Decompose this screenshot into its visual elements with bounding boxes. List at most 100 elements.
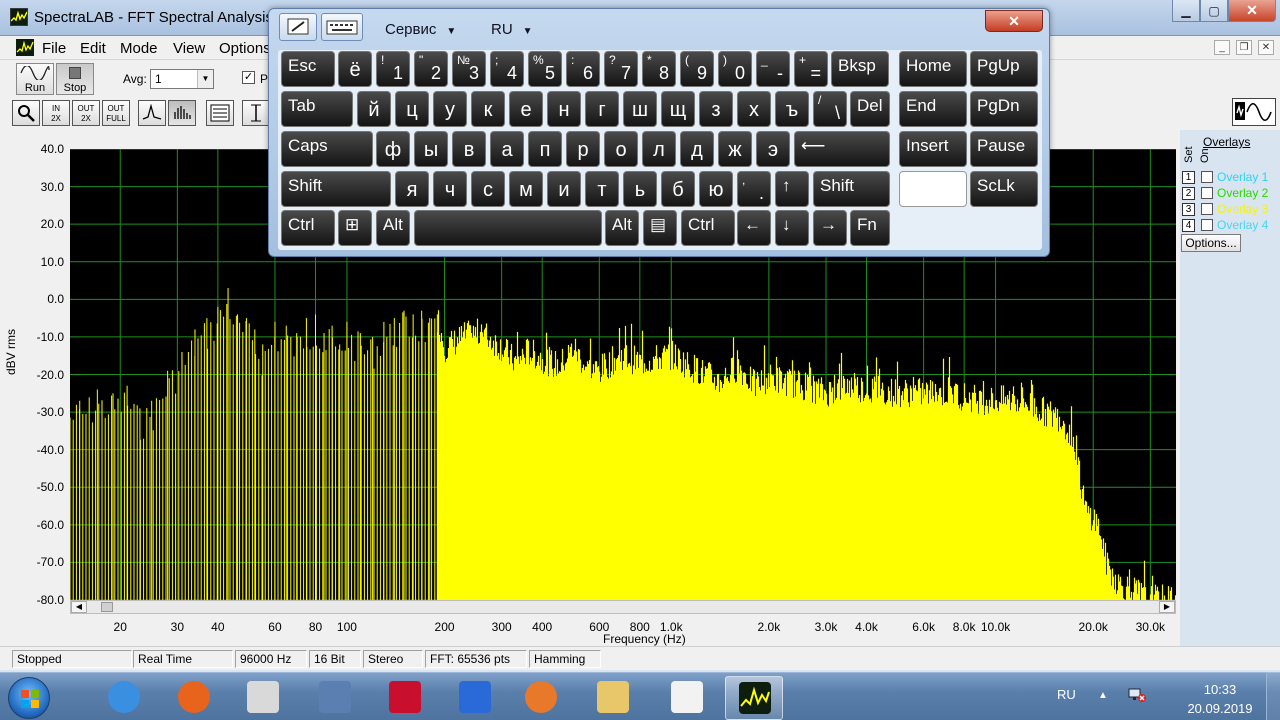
- key-scroll-lock[interactable]: ScLk: [970, 171, 1038, 207]
- key-enter[interactable]: ⟵: [794, 131, 890, 167]
- key-insert[interactable]: Insert: [899, 131, 967, 167]
- taskbar-spectralab-button[interactable]: [725, 676, 783, 720]
- key-letter[interactable]: ю: [699, 171, 733, 207]
- key-n2[interactable]: " 2: [414, 51, 448, 87]
- cursor-button[interactable]: [242, 100, 270, 126]
- key-letter[interactable]: э: [756, 131, 790, 167]
- key-backslash[interactable]: / \: [813, 91, 847, 127]
- key-letter[interactable]: б: [661, 171, 695, 207]
- key-letter[interactable]: л: [642, 131, 676, 167]
- taskbar-save-disk-button[interactable]: [376, 676, 434, 720]
- start-button[interactable]: [8, 677, 50, 719]
- key-n3[interactable]: № 3: [452, 51, 486, 87]
- taskbar-file-explorer-button[interactable]: [584, 676, 642, 720]
- tray-expand-icon[interactable]: ▲: [1098, 690, 1108, 701]
- run-button[interactable]: Run: [16, 63, 54, 95]
- key-letter[interactable]: х: [737, 91, 771, 127]
- key-letter[interactable]: ф: [376, 131, 410, 167]
- menu-options[interactable]: Options: [219, 40, 271, 57]
- key-letter[interactable]: з: [699, 91, 733, 127]
- key-letter[interactable]: т: [585, 171, 619, 207]
- key-letter[interactable]: м: [509, 171, 543, 207]
- close-button[interactable]: ✕: [1228, 0, 1276, 22]
- overlay-set-button[interactable]: 3: [1182, 202, 1195, 216]
- key-letter[interactable]: к: [471, 91, 505, 127]
- taskbar-internet-explorer-button[interactable]: [95, 676, 153, 720]
- key-pgdn[interactable]: PgDn: [970, 91, 1038, 127]
- scroll-right-arrow-icon[interactable]: ▶: [1159, 601, 1175, 613]
- taskbar-firefox-button[interactable]: [165, 676, 223, 720]
- overlay-on-checkbox[interactable]: [1201, 187, 1213, 199]
- settings-panel-button[interactable]: [206, 100, 234, 126]
- key-windows[interactable]: ⊞: [338, 210, 372, 246]
- zoom-out-2x-button[interactable]: OUT 2X: [72, 100, 100, 126]
- osk-pen-button[interactable]: [279, 13, 317, 41]
- key-letter[interactable]: в: [452, 131, 486, 167]
- bar-mode-button[interactable]: [168, 100, 196, 126]
- key-letter[interactable]: п: [528, 131, 562, 167]
- overlay-on-checkbox[interactable]: [1201, 219, 1213, 231]
- key-tab[interactable]: Tab: [281, 91, 353, 127]
- overlay-set-button[interactable]: 2: [1182, 186, 1195, 200]
- key-period[interactable]: ,.: [737, 171, 771, 207]
- key-letter[interactable]: н: [547, 91, 581, 127]
- system-clock[interactable]: 10:33 20.09.2019: [1180, 680, 1260, 718]
- stop-button[interactable]: Stop: [56, 63, 94, 95]
- key-blank[interactable]: [899, 171, 967, 207]
- key-letter[interactable]: ы: [414, 131, 448, 167]
- scroll-thumb[interactable]: [101, 602, 113, 612]
- key-n4[interactable]: ; 4: [490, 51, 524, 87]
- key-arrow-up[interactable]: ↑: [775, 171, 809, 207]
- taskbar-d-app-button[interactable]: [446, 676, 504, 720]
- document-icon[interactable]: [16, 39, 34, 56]
- zoom-out-full-button[interactable]: OUT FULL: [102, 100, 130, 126]
- key-letter[interactable]: й: [357, 91, 391, 127]
- key-shift-right[interactable]: Shift: [813, 171, 890, 207]
- minimize-button[interactable]: ▁: [1172, 0, 1200, 22]
- horizontal-scrollbar[interactable]: ◀ ▶: [70, 600, 1176, 614]
- mdi-restore-button[interactable]: ❐: [1236, 40, 1252, 55]
- key-alt-right[interactable]: Alt: [605, 210, 639, 246]
- overlay-options-button[interactable]: Options...: [1181, 234, 1241, 252]
- key-n6[interactable]: :6: [566, 51, 600, 87]
- menu-view[interactable]: View: [173, 40, 205, 57]
- key-letter[interactable]: ш: [623, 91, 657, 127]
- menu-file[interactable]: File: [42, 40, 66, 57]
- mdi-close-button[interactable]: ✕: [1258, 40, 1274, 55]
- magnify-button[interactable]: [12, 100, 40, 126]
- key-letter[interactable]: ч: [433, 171, 467, 207]
- network-icon[interactable]: [1127, 685, 1147, 703]
- key-letter[interactable]: о: [604, 131, 638, 167]
- spectralab-app-icon[interactable]: [10, 8, 28, 26]
- taskbar-media-player-button[interactable]: [512, 676, 570, 720]
- key-home[interactable]: Home: [899, 51, 967, 87]
- peak-hold-checkbox[interactable]: ✓: [242, 71, 255, 84]
- zoom-in-2x-button[interactable]: IN 2X: [42, 100, 70, 126]
- key-letter[interactable]: щ: [661, 91, 695, 127]
- key-n0[interactable]: ) 0: [718, 51, 752, 87]
- key-letter[interactable]: с: [471, 171, 505, 207]
- taskbar-signature-app-button[interactable]: [234, 676, 292, 720]
- key-arrow-left[interactable]: ←: [737, 210, 771, 246]
- overlay-set-button[interactable]: 1: [1182, 170, 1195, 184]
- key-space[interactable]: [414, 210, 602, 246]
- key-n8[interactable]: * 8: [642, 51, 676, 87]
- key-n9[interactable]: (9: [680, 51, 714, 87]
- key-pause[interactable]: Pause: [970, 131, 1038, 167]
- avg-select[interactable]: 1 ▼: [150, 69, 214, 89]
- key-esc[interactable]: Esc: [281, 51, 335, 87]
- maximize-button[interactable]: ▢: [1200, 0, 1228, 22]
- key-yo[interactable]: ё: [338, 51, 372, 87]
- key-arrow-down[interactable]: ↓: [775, 210, 809, 246]
- key-letter[interactable]: г: [585, 91, 619, 127]
- osk-service-menu[interactable]: Сервис ▼: [385, 21, 456, 38]
- key-n7[interactable]: ? 7: [604, 51, 638, 87]
- menu-edit[interactable]: Edit: [80, 40, 106, 57]
- key-ctrl-left[interactable]: Ctrl: [281, 210, 335, 246]
- key-minus[interactable]: _ -: [756, 51, 790, 87]
- osk-keyboard-button[interactable]: [321, 13, 363, 41]
- key-letter[interactable]: ж: [718, 131, 752, 167]
- key-menu[interactable]: ▤: [643, 210, 677, 246]
- key-alt-left[interactable]: Alt: [376, 210, 410, 246]
- key-ctrl-right[interactable]: Ctrl: [681, 210, 735, 246]
